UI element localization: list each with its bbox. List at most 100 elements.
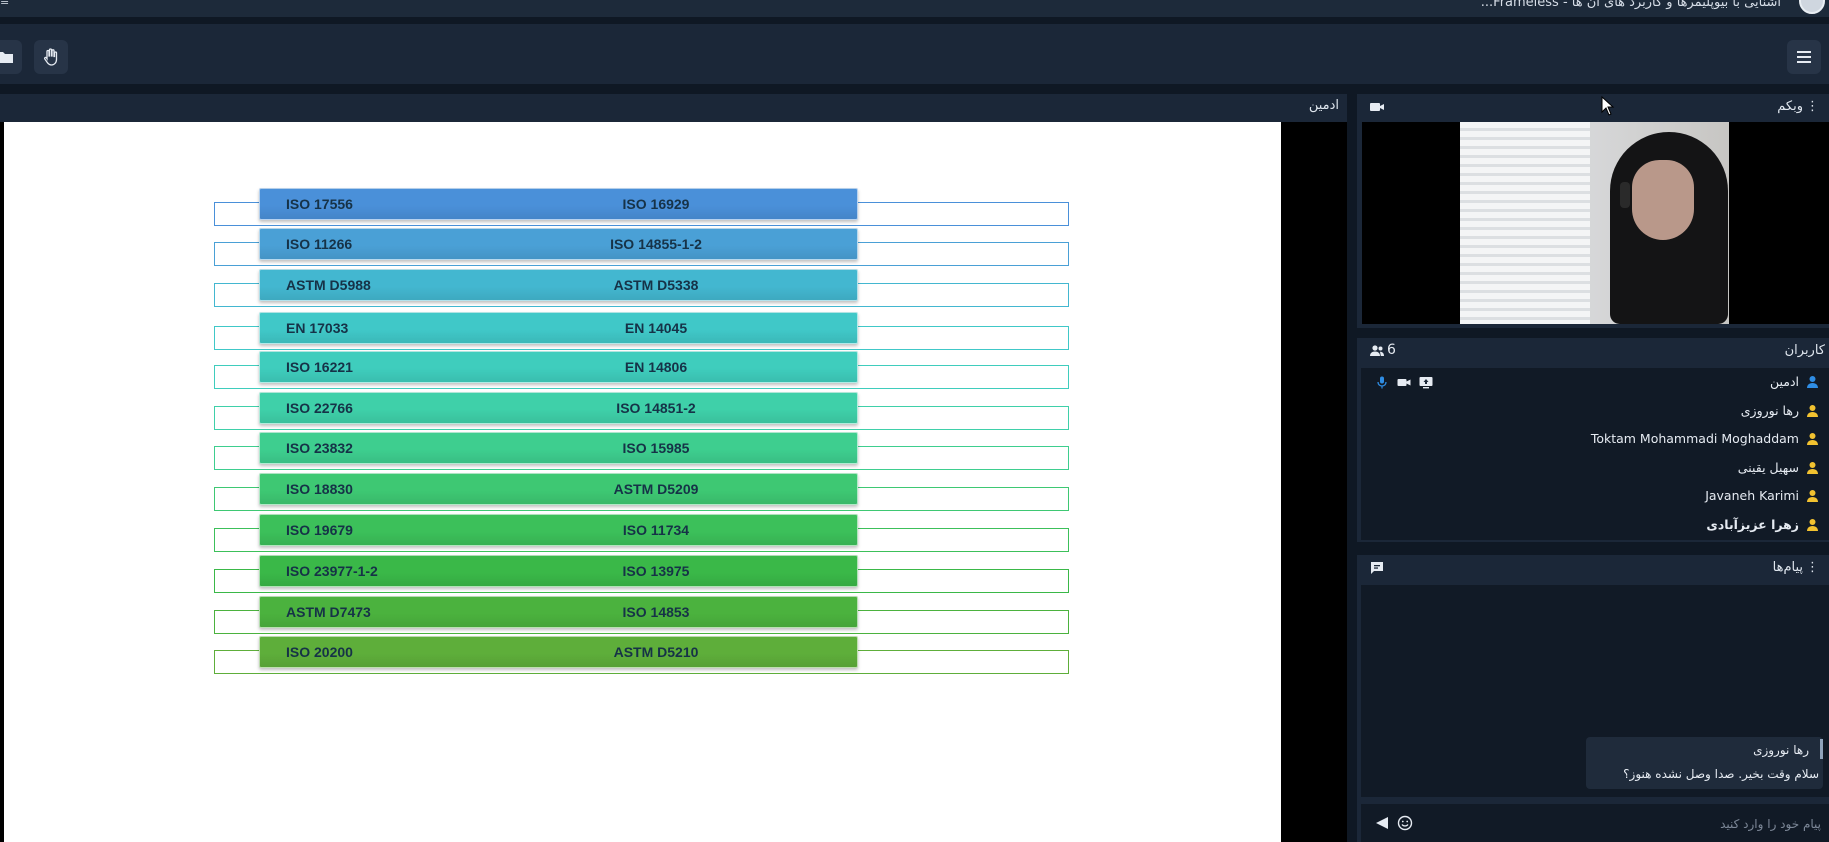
chat-header: ⋮ پیام‌ها	[1357, 555, 1829, 581]
user-name: Toktam Mohammadi Moghaddam	[1590, 431, 1799, 446]
chat-bubble-icon	[1371, 562, 1383, 574]
webcam-video	[1362, 122, 1829, 324]
slide-row: ISO 19679 ISO 11734	[4, 514, 1281, 554]
row-bar: ISO 20200 ASTM D5210	[259, 636, 858, 668]
headset	[1620, 182, 1630, 208]
row-right-label: ISO 16929	[622, 196, 690, 212]
send-icon[interactable]	[1375, 816, 1389, 830]
row-bar: EN 17033 EN 14045	[259, 312, 858, 344]
row-bar: ISO 16221 EN 14806	[259, 351, 858, 383]
row-right-label: ASTM D5338	[613, 277, 699, 293]
row-right-label: ISO 14855-1-2	[610, 236, 702, 252]
slide-row: ISO 11266 ISO 14855-1-2	[4, 228, 1281, 268]
row-left-label: ASTM D7473	[286, 604, 371, 620]
user-item[interactable]: زهرا عزیزآبادی	[1361, 511, 1829, 539]
row-left-label: ASTM D5988	[286, 277, 371, 293]
slide-row: ISO 18830 ASTM D5209	[4, 473, 1281, 513]
presenter-name: ادمین	[1308, 98, 1339, 113]
folder-icon	[0, 52, 13, 63]
toolbar	[0, 24, 1829, 84]
presentation-slide: ISO 17556 ISO 16929 ISO 11266 ISO 14855-1-2…	[4, 122, 1281, 842]
person-face	[1632, 160, 1694, 240]
user-media-status	[1375, 376, 1433, 389]
users-title: کاربران	[1784, 343, 1825, 358]
user-item[interactable]: رها نوروزی	[1361, 397, 1829, 425]
chat-title: پیام‌ها	[1772, 560, 1803, 575]
users-list: ادمین رها نوروزی Toktam Mohammadi Moghadda…	[1361, 368, 1829, 540]
row-bar: ISO 23977-1-2 ISO 13975	[259, 555, 858, 587]
menu-button[interactable]	[1787, 40, 1821, 74]
row-bar: ASTM D5988 ASTM D5338	[259, 269, 858, 301]
users-group-icon	[1370, 345, 1384, 356]
slide-row: ISO 23977-1-2 ISO 13975	[4, 555, 1281, 595]
chat-messages[interactable]: رها نوروزی سلام وقت بخیر. صدا وصل نشده ه…	[1361, 585, 1829, 797]
row-left-label: ISO 20200	[286, 644, 353, 660]
slide-row: ISO 20200 ASTM D5210	[4, 636, 1281, 676]
hamburger-icon	[1797, 51, 1811, 63]
users-header: کاربران 6	[1357, 338, 1829, 364]
camera-icon[interactable]	[1369, 100, 1385, 114]
row-left-label: ISO 19679	[286, 522, 353, 538]
background-window	[1460, 122, 1590, 324]
user-name: رها نوروزی	[1740, 402, 1799, 418]
user-icon	[1807, 461, 1818, 474]
row-bar: ISO 17556 ISO 16929	[259, 188, 858, 220]
user-name: ادمین	[1769, 374, 1799, 389]
user-item[interactable]: ادمین	[1361, 368, 1829, 396]
chat-options-icon[interactable]: ⋮	[1806, 560, 1819, 575]
slide-row: ASTM D7473 ISO 14853	[4, 596, 1281, 636]
microphone-icon[interactable]	[1375, 376, 1389, 389]
row-left-label: ISO 22766	[286, 400, 353, 416]
user-name: Javaneh Karimi	[1705, 488, 1799, 503]
row-right-label: EN 14806	[624, 359, 688, 375]
video-camera-icon[interactable]	[1397, 376, 1411, 389]
chat-message: رها نوروزی سلام وقت بخیر. صدا وصل نشده ه…	[1586, 737, 1823, 789]
row-bar: ISO 11266 ISO 14855-1-2	[259, 228, 858, 260]
row-right-label: ASTM D5210	[613, 644, 699, 660]
user-icon	[1807, 490, 1818, 502]
slide-row: ISO 17556 ISO 16929	[4, 188, 1281, 228]
chat-panel: ⋮ پیام‌ها رها نوروزی سلام وقت بخیر. صدا …	[1357, 555, 1829, 842]
webcam-options-icon[interactable]: ⋮	[1806, 99, 1819, 114]
share-file-button[interactable]	[0, 40, 22, 74]
raise-hand-button[interactable]	[34, 40, 68, 74]
row-right-label: ISO 11734	[622, 522, 690, 538]
user-item[interactable]: Toktam Mohammadi Moghaddam	[1361, 425, 1829, 453]
webcam-header: ⋮ وبکم	[1357, 94, 1829, 120]
row-bar: ASTM D7473 ISO 14853	[259, 596, 858, 628]
slide-row: ISO 23832 ISO 15985	[4, 432, 1281, 472]
user-icon	[1807, 404, 1818, 417]
row-right-label: ISO 15985	[622, 440, 690, 456]
slide-viewport[interactable]: ISO 17556 ISO 16929 ISO 11266 ISO 14855-1-2…	[0, 122, 1347, 842]
emoji-icon[interactable]	[1397, 815, 1413, 831]
user-icon	[1807, 433, 1818, 445]
message-text: سلام وقت بخیر. صدا وصل نشده هنوز؟	[1623, 767, 1819, 781]
row-left-label: ISO 23977-1-2	[286, 563, 378, 579]
slide-row: ISO 22766 ISO 14851-2	[4, 392, 1281, 432]
row-right-label: ISO 13975	[622, 563, 690, 579]
user-icon	[1807, 376, 1818, 388]
message-sender: رها نوروزی	[1753, 743, 1809, 757]
slide-row: EN 17033 EN 14045	[4, 312, 1281, 352]
row-bar: ISO 18830 ASTM D5209	[259, 473, 858, 505]
user-name: زهرا عزیزآبادی	[1706, 516, 1799, 532]
screen-share-icon[interactable]	[1419, 376, 1433, 389]
user-item[interactable]: Javaneh Karimi	[1361, 482, 1829, 510]
users-panel: کاربران 6 ادمین رها نوروزی Toktam Mohammad…	[1357, 338, 1829, 542]
row-left-label: ISO 16221	[286, 359, 353, 375]
user-avatar[interactable]	[1799, 0, 1825, 14]
row-left-label: ISO 17556	[286, 196, 353, 212]
window-titlebar: = آشنایی با بیوپلیمرها و کاربرد های آن ه…	[0, 0, 1829, 17]
webcam-title: وبکم	[1777, 99, 1803, 114]
row-left-label: ISO 11266	[286, 236, 353, 252]
row-right-label: ASTM D5209	[613, 481, 699, 497]
chat-input[interactable]	[1461, 814, 1821, 834]
message-accent-bar	[1820, 739, 1823, 759]
row-left-label: EN 17033	[286, 320, 349, 336]
chat-input-bar	[1361, 804, 1829, 842]
user-icon	[1807, 518, 1818, 531]
users-count: 6	[1387, 342, 1396, 358]
row-left-label: ISO 18830	[286, 481, 353, 497]
presentation-panel: ادمین ISO 17556 ISO 16929 ISO 11266 ISO 148…	[0, 94, 1347, 842]
user-item[interactable]: سهیل یقینی	[1361, 454, 1829, 482]
